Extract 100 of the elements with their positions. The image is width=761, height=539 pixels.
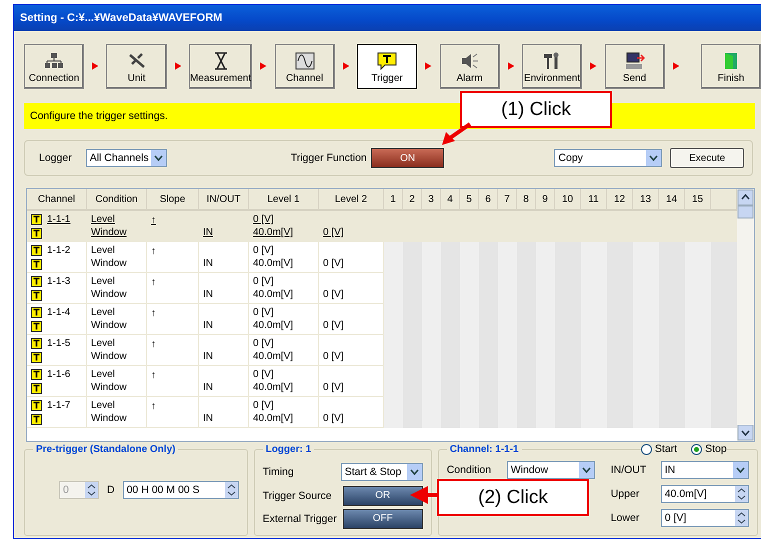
inout-text: IN: [203, 257, 214, 270]
level-text: 40.0m[V]: [253, 381, 294, 394]
table-row[interactable]: 1-1-5: [27, 335, 87, 366]
computer-icon: [624, 52, 645, 70]
trigger-mark-icon: [31, 321, 42, 332]
column-header: 7: [498, 189, 517, 211]
condition-text: Level: [91, 275, 116, 288]
channel-name: 1-1-6: [47, 368, 72, 381]
copy-dropdown[interactable]: Copy: [554, 149, 662, 167]
table-row[interactable]: 1-1-3: [27, 273, 87, 304]
trigger-mark-icon: [31, 369, 42, 380]
column-header: Slope: [147, 189, 199, 211]
external-trigger-label: External Trigger: [262, 512, 337, 524]
condition-label: Condition: [446, 464, 492, 476]
column-header: 14: [659, 189, 685, 211]
waveform-icon: [294, 52, 315, 70]
window-title: Setting - C:¥...¥WaveData¥WAVEFORM: [14, 5, 761, 31]
scroll-down-icon[interactable]: [737, 425, 754, 441]
level-text: 0 [V]: [323, 226, 345, 239]
trigger-source-label: Trigger Source: [262, 490, 332, 502]
step-arrow-icon: [508, 62, 514, 70]
spin-arrows-icon[interactable]: [734, 486, 748, 502]
channel-name: 1-1-4: [47, 306, 72, 319]
channel-name: 1-1-5: [47, 337, 72, 350]
table-row[interactable]: 1-1-1: [27, 211, 87, 242]
execute-button[interactable]: Execute: [670, 148, 744, 168]
callout-arrow: [440, 124, 470, 145]
condition-text: Window: [91, 412, 128, 425]
time-spinner[interactable]: 00 H 00 M 00 S: [122, 480, 239, 498]
step-button[interactable]: Trigger: [357, 44, 418, 88]
step-button[interactable]: Unit: [106, 44, 167, 88]
network-icon: [44, 52, 64, 70]
table-row[interactable]: 1-1-7: [27, 397, 87, 428]
level-text: 0 [V]: [323, 412, 345, 425]
trigger-mark-icon: [31, 259, 42, 270]
column-header: 12: [607, 189, 633, 211]
callout-arrow: [410, 485, 438, 505]
column-header: 8: [517, 189, 536, 211]
trigger-mark-icon: [31, 276, 42, 287]
step-button[interactable]: Channel: [274, 44, 335, 88]
logger-label: Logger: [39, 152, 72, 164]
step-button[interactable]: Environment: [522, 44, 582, 88]
radio-option[interactable]: Start: [640, 443, 678, 455]
trigger-function-label: Trigger Function: [290, 152, 367, 164]
condition-text: Window: [91, 350, 128, 363]
column-header: 15: [685, 189, 711, 211]
trigger-mark-icon: [31, 352, 42, 363]
trigger-mark-icon: [31, 307, 42, 318]
column-header: Channel: [27, 189, 87, 211]
spin-arrows-icon[interactable]: [734, 510, 748, 526]
column-header: 4: [441, 189, 460, 211]
table-row[interactable]: 1-1-6: [27, 366, 87, 397]
condition-text: Level: [91, 213, 116, 226]
logger-dropdown[interactable]: All Channels: [86, 149, 167, 167]
slope-text: ↑: [151, 214, 156, 227]
condition-dropdown[interactable]: Window: [506, 461, 595, 479]
days-unit: D: [107, 484, 115, 496]
step-button[interactable]: Connection: [24, 44, 84, 88]
spin-arrows-icon[interactable]: [224, 482, 238, 498]
finish-button[interactable]: Finish: [700, 44, 761, 88]
timing-dropdown[interactable]: Start & Stop: [340, 462, 423, 480]
slope-text: ↑: [151, 276, 156, 289]
header-filler: [711, 189, 737, 211]
column-header: 9: [536, 189, 555, 211]
condition-text: Window: [91, 381, 128, 394]
slope-text: ↑: [151, 369, 156, 382]
trigger-source-toggle[interactable]: OR: [342, 486, 423, 506]
column-header: 6: [479, 189, 498, 211]
scrollbar[interactable]: [737, 189, 754, 441]
condition-text: Window: [91, 257, 128, 270]
level-text: 0 [V]: [253, 399, 275, 412]
lower-spinner[interactable]: 0 [V]: [660, 509, 749, 527]
table-row[interactable]: 1-1-2: [27, 242, 87, 273]
upper-spinner[interactable]: 40.0m[V]: [660, 485, 749, 503]
slope-text: ↑: [151, 245, 156, 258]
panel-title: Pre-trigger (Standalone Only): [35, 444, 176, 455]
step-button[interactable]: Send: [604, 44, 665, 88]
spin-arrows-icon[interactable]: [85, 482, 98, 498]
condition-text: Window: [91, 319, 128, 332]
radio-option[interactable]: Stop: [691, 443, 727, 455]
inout-text: IN: [203, 350, 214, 363]
upper-label: Upper: [610, 488, 640, 500]
inout-text: IN: [203, 226, 214, 239]
trigger-function-toggle[interactable]: ON: [370, 148, 444, 168]
table-row[interactable]: 1-1-4: [27, 304, 87, 335]
lower-label: Lower: [610, 512, 640, 524]
callout-box: (2) Click: [437, 479, 589, 516]
step-button[interactable]: Measurement: [188, 44, 252, 88]
trigger-mark-icon: [31, 400, 42, 411]
inout-text: IN: [203, 288, 214, 301]
scroll-up-icon[interactable]: [737, 189, 754, 219]
trigger-mark-icon: [31, 228, 42, 239]
step-button[interactable]: Alarm: [440, 44, 500, 88]
level-text: 0 [V]: [323, 257, 345, 270]
inout-text: IN: [203, 319, 214, 332]
inout-dropdown[interactable]: IN: [660, 461, 749, 479]
condition-text: Level: [91, 337, 116, 350]
level-text: 40.0m[V]: [253, 226, 294, 239]
column-header: 5: [460, 189, 479, 211]
external-trigger-toggle[interactable]: OFF: [342, 508, 423, 528]
